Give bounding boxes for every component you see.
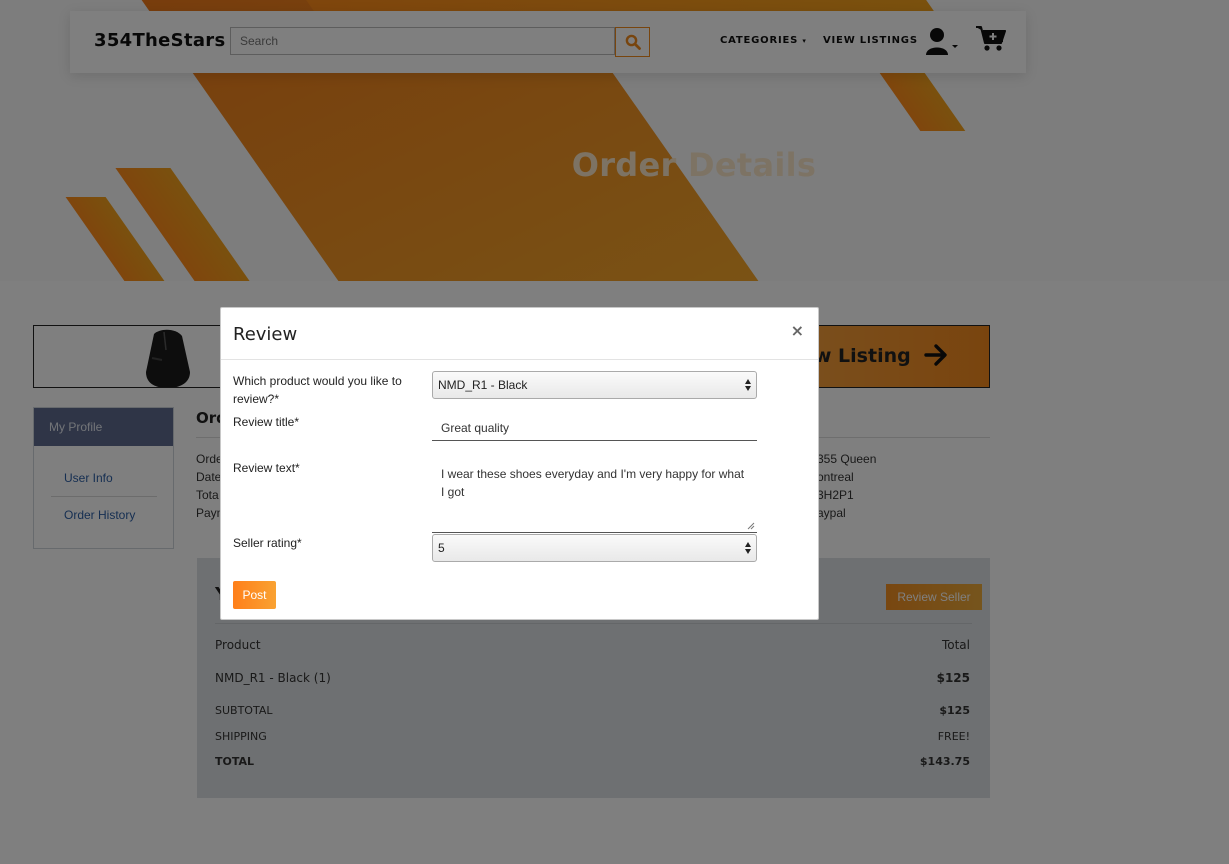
review-modal: Review × Which product would you like to… <box>220 307 819 620</box>
seller-rating-select[interactable]: 5 <box>432 534 757 562</box>
review-title-input[interactable] <box>432 415 757 441</box>
select-arrows-icon <box>745 542 751 554</box>
resize-handle-icon[interactable] <box>747 522 755 530</box>
product-select[interactable]: NMD_R1 - Black <box>432 371 757 399</box>
review-text-label: Review text* <box>233 461 300 475</box>
review-title-label: Review title* <box>233 415 300 429</box>
seller-rating-value: 5 <box>438 541 445 555</box>
close-icon[interactable]: × <box>791 321 804 340</box>
select-arrows-icon <box>745 379 751 391</box>
seller-rating-label: Seller rating* <box>233 536 302 550</box>
modal-header: Review × <box>221 308 818 360</box>
product-select-value: NMD_R1 - Black <box>438 378 528 392</box>
post-button[interactable]: Post <box>233 581 276 609</box>
review-text-input[interactable]: I wear these shoes everyday and I'm very… <box>432 460 757 533</box>
modal-title: Review <box>233 324 298 345</box>
product-select-label: Which product would you like to review?* <box>233 374 402 406</box>
review-text-value: I wear these shoes everyday and I'm very… <box>441 467 745 499</box>
